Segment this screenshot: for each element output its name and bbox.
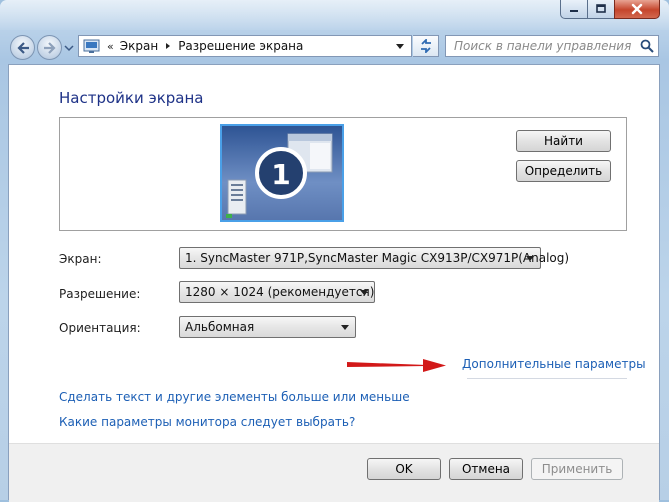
dialog-button-bar: OK Отмена Применить <box>9 443 659 502</box>
display-select-value: 1. SyncMaster 971P,SyncMaster Magic CX91… <box>185 251 570 265</box>
advanced-settings-link[interactable]: Дополнительные параметры <box>462 357 646 371</box>
search-icon[interactable] <box>640 39 654 53</box>
overflow-chevron-icon[interactable]: « <box>107 40 114 53</box>
close-button[interactable] <box>614 0 660 19</box>
resolution-select-value: 1280 × 1024 (рекомендуется) <box>185 285 375 299</box>
chevron-down-icon <box>360 290 368 295</box>
orientation-label: Ориентация: <box>59 321 141 335</box>
breadcrumb-separator-icon[interactable] <box>163 41 173 51</box>
control-panel-icon <box>83 39 100 53</box>
resolution-select[interactable]: 1280 × 1024 (рекомендуется) <box>179 281 375 303</box>
text-size-link[interactable]: Сделать текст и другие элементы больше и… <box>59 390 410 404</box>
divider <box>467 378 627 379</box>
apply-button[interactable]: Применить <box>531 458 623 480</box>
minimize-icon <box>570 10 578 12</box>
monitor-1-thumbnail[interactable]: 1 <box>220 124 344 222</box>
breadcrumb-screen[interactable]: Экран <box>120 39 158 53</box>
refresh-button[interactable] <box>413 35 439 57</box>
forward-button[interactable] <box>37 35 62 60</box>
chevron-down-icon <box>526 256 534 261</box>
forward-arrow-icon <box>43 41 56 54</box>
chevron-down-icon <box>341 325 349 330</box>
monitor-number: 1 <box>271 158 291 191</box>
search-input[interactable]: Поиск в панели управления <box>445 35 659 57</box>
page-title: Настройки экрана <box>59 89 204 107</box>
content-pane: Настройки экрана 1 Найти Определить Экра… <box>8 64 660 502</box>
orientation-select[interactable]: Альбомная <box>179 316 356 338</box>
annotation-arrow <box>347 359 446 372</box>
display-label: Экран: <box>59 252 102 266</box>
ok-button[interactable]: OK <box>367 458 441 480</box>
address-dropdown-icon[interactable] <box>395 43 405 51</box>
recent-pages-button[interactable] <box>64 41 74 53</box>
maximize-button[interactable] <box>587 0 615 19</box>
orientation-select-value: Альбомная <box>185 320 255 334</box>
identify-button[interactable]: Определить <box>516 160 611 182</box>
resolution-label: Разрешение: <box>59 287 141 301</box>
close-icon <box>631 3 643 15</box>
maximize-icon <box>596 4 606 13</box>
chevron-down-icon <box>64 45 74 52</box>
back-button[interactable] <box>10 35 35 60</box>
detect-button[interactable]: Найти <box>516 130 611 152</box>
monitor-help-link[interactable]: Какие параметры монитора следует выбрать… <box>59 415 355 429</box>
refresh-icon <box>420 39 431 53</box>
back-arrow-icon <box>16 41 29 54</box>
display-select[interactable]: 1. SyncMaster 971P,SyncMaster Magic CX91… <box>179 247 569 269</box>
display-preview-area: 1 Найти Определить <box>59 117 627 231</box>
window-frame: « Экран Разрешение экрана Поиск в панели… <box>0 0 669 502</box>
cancel-button[interactable]: Отмена <box>449 458 523 480</box>
breadcrumb-resolution[interactable]: Разрешение экрана <box>178 39 303 53</box>
address-bar[interactable]: « Экран Разрешение экрана <box>78 35 412 57</box>
minimize-button[interactable] <box>560 0 588 19</box>
search-placeholder: Поиск в панели управления <box>454 39 632 53</box>
